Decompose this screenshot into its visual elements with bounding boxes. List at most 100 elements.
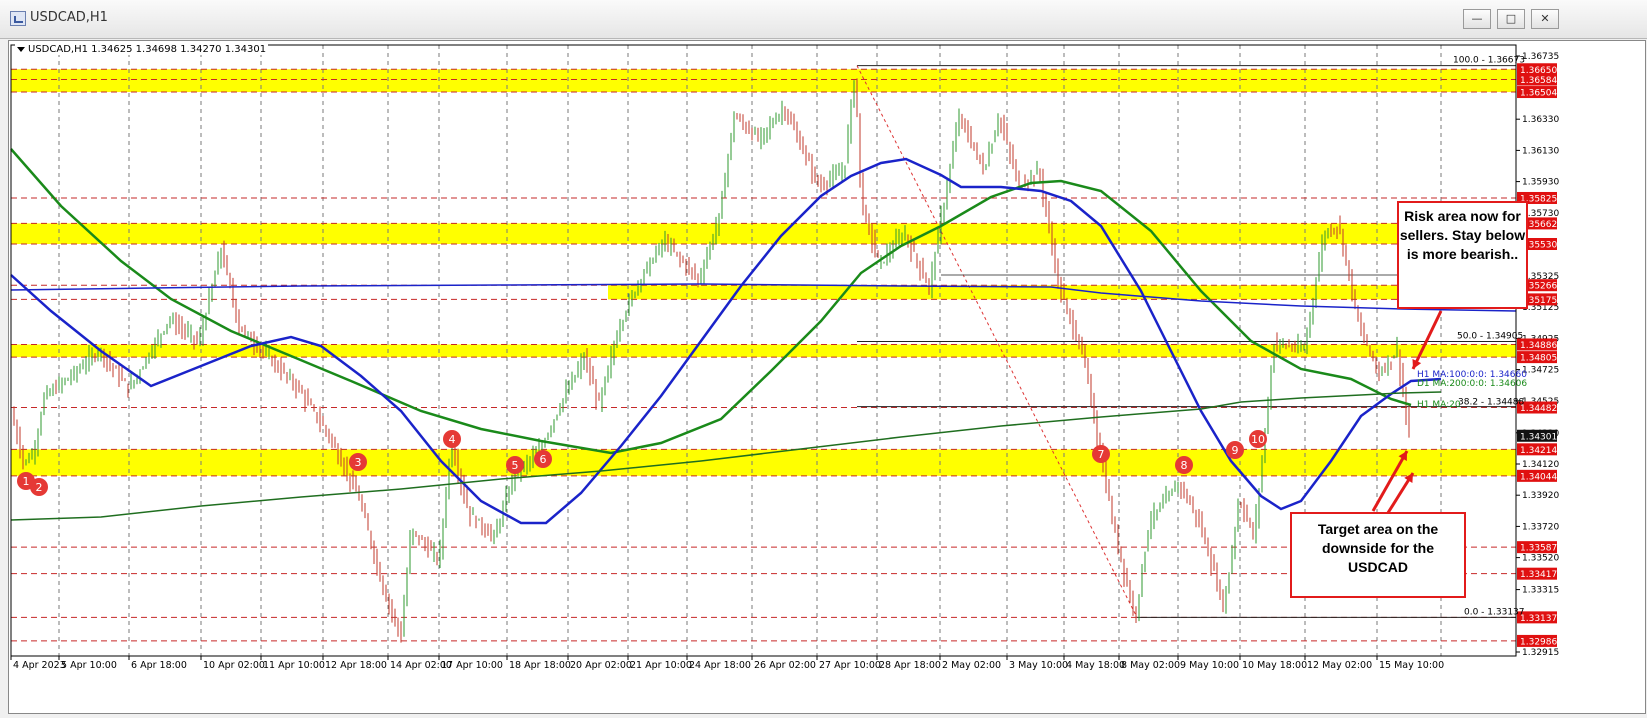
y-tick-label: 1.36735: [1522, 52, 1559, 62]
price-tag-13: 1.34214: [1517, 443, 1557, 456]
marker-label: 7: [1098, 448, 1105, 461]
symbol-info-line: USDCAD,H1 1.34625 1.34698 1.34270 1.3430…: [15, 44, 269, 55]
y-tick-label: 1.35930: [1522, 178, 1559, 188]
x-tick-label: 17 Apr 10:00: [441, 660, 503, 671]
window-titlebar: USDCAD,H1 — □ ✕: [0, 0, 1647, 39]
y-tick-label: 1.32915: [1522, 648, 1559, 658]
window-title: USDCAD,H1: [30, 10, 108, 25]
marker-8: 8: [1175, 456, 1193, 474]
price-tag-label: 1.34482: [1520, 404, 1557, 414]
x-tick-label: 20 Apr 02:00: [570, 660, 632, 671]
fib-38-label: 38.2 - 1.34488: [1458, 398, 1524, 408]
x-tick-label: 9 May 10:00: [1180, 660, 1239, 671]
marker-6: 6: [534, 450, 552, 468]
x-tick-label: 21 Apr 10:00: [630, 660, 692, 671]
risk-arrow: [1411, 310, 1443, 370]
x-tick-label: 8 May 02:00: [1121, 660, 1180, 671]
ohlc-text: USDCAD,H1 1.34625 1.34698 1.34270 1.3430…: [28, 44, 267, 55]
y-tick-label: 1.33920: [1522, 491, 1559, 501]
target-area-callout: Target area on the downside for the USDC…: [1290, 512, 1466, 598]
price-tag-2: 1.36584: [1517, 73, 1557, 86]
y-tick-label: 1.34120: [1522, 460, 1559, 470]
price-tag-10: 1.34805: [1517, 351, 1557, 364]
marker-label: 6: [540, 453, 547, 466]
price-tag-label: 1.33587: [1520, 544, 1557, 554]
x-tick-label: 4 May 18:00: [1066, 660, 1125, 671]
marker-2: 2: [30, 478, 48, 496]
price-tag-label: 1.34805: [1520, 354, 1557, 364]
x-tick-label: 12 May 02:00: [1307, 660, 1372, 671]
price-tag-label: 1.36584: [1520, 76, 1557, 86]
x-tick-label: 11 Apr 10:00: [263, 660, 325, 671]
x-tick-label: 2 May 02:00: [942, 660, 1001, 671]
y-tick-label: 1.33720: [1522, 522, 1559, 532]
marker-3: 3: [349, 453, 367, 471]
marker-label: 5: [512, 459, 519, 472]
x-tick-label: 10 May 18:00: [1242, 660, 1307, 671]
x-tick-label: 5 Apr 10:00: [61, 660, 117, 671]
price-tag-18: 1.32986: [1517, 634, 1557, 647]
marker-label: 8: [1181, 459, 1188, 472]
x-tick-label: 3 May 10:00: [1009, 660, 1068, 671]
price-tag-label: 1.34214: [1520, 446, 1557, 456]
fib-0-label: 0.0 - 1.33137: [1464, 607, 1525, 617]
price-tag-label: 1.33417: [1520, 570, 1557, 580]
marker-label: 2: [36, 481, 43, 494]
price-tag-label: 1.36504: [1520, 89, 1557, 99]
marker-label: 4: [449, 433, 456, 446]
price-tag-label: 1.34044: [1520, 472, 1557, 482]
price-tag-label: 1.34301: [1520, 432, 1557, 442]
x-tick-label: 12 Apr 18:00: [325, 660, 387, 671]
fib-100-label: 100.0 - 1.36673: [1453, 56, 1525, 66]
y-tick-label: 1.36130: [1522, 146, 1559, 156]
yellow-zone-2: [11, 223, 1516, 245]
close-button[interactable]: ✕: [1531, 9, 1559, 29]
marker-label: 3: [355, 456, 362, 469]
yellow-zone-1: [11, 69, 1516, 93]
minimize-button[interactable]: —: [1463, 9, 1491, 29]
terminal-window: USDCAD,H1 — □ ✕ 1 2 3 4 5 6 7 8 9 10 1.36735 1.363…: [0, 0, 1647, 718]
risk-area-callout: Risk area now for sellers. Stay below is…: [1397, 201, 1528, 309]
chart-area[interactable]: 1 2 3 4 5 6 7 8 9 10 1.36735 1.36330 1.36130 1.35930…: [8, 40, 1646, 714]
collapse-triangle-icon[interactable]: [17, 46, 25, 52]
price-tag-label: 1.34886: [1520, 341, 1557, 351]
price-tag-label: 1.32986: [1520, 637, 1557, 647]
x-tick-label: 4 Apr 2023: [13, 660, 66, 671]
arrow-shaft: [1411, 310, 1443, 370]
y-tick-label: 1.33315: [1522, 586, 1559, 596]
chart-window-icon: [10, 11, 26, 26]
time-axis: 4 Apr 20235 Apr 10:00 6 Apr 18:00 10 Apr 0…: [10, 656, 1444, 671]
price-chart[interactable]: 1 2 3 4 5 6 7 8 9 10 1.36735 1.36330 1.36130 1.35930…: [9, 41, 1645, 713]
x-tick-label: 18 Apr 18:00: [509, 660, 571, 671]
price-tag-3: 1.36504: [1517, 86, 1557, 99]
x-tick-label: 27 Apr 10:00: [819, 660, 881, 671]
marker-5: 5: [506, 456, 524, 474]
marker-label: 1: [23, 475, 30, 488]
marker-label: 10: [1251, 433, 1265, 446]
x-tick-label: 10 Apr 02:00: [203, 660, 265, 671]
price-candles: [13, 78, 1410, 643]
risk-area-text: Risk area now for sellers. Stay below is…: [1399, 208, 1526, 262]
price-tag-15: 1.33587: [1517, 541, 1557, 554]
marker-10: 10: [1249, 430, 1267, 448]
price-tag-12: 1.34301: [1517, 429, 1557, 442]
marker-4: 4: [443, 430, 461, 448]
target-area-text: Target area on the downside for the USDC…: [1317, 521, 1439, 575]
y-tick-label: 1.34725: [1522, 366, 1559, 376]
fib-50-label: 50.0 - 1.34905: [1457, 332, 1523, 342]
marker-label: 9: [1232, 444, 1239, 457]
maximize-button[interactable]: □: [1497, 9, 1525, 29]
marker-9: 9: [1226, 441, 1244, 459]
x-tick-label: 24 Apr 18:00: [689, 660, 751, 671]
marker-7: 7: [1092, 445, 1110, 463]
x-tick-label: 26 Apr 02:00: [754, 660, 816, 671]
x-tick-label: 15 May 10:00: [1379, 660, 1444, 671]
y-tick-label: 1.36330: [1522, 115, 1559, 125]
price-tag-label: 1.33137: [1520, 614, 1557, 624]
x-tick-label: 6 Apr 18:00: [131, 660, 187, 671]
price-tag-16: 1.33417: [1517, 567, 1557, 580]
x-tick-label: 28 Apr 18:00: [879, 660, 941, 671]
ma-d1-200-label: D1 MA:200:0:0: 1.34606: [1417, 379, 1527, 389]
yellow-zone-3: [608, 285, 1516, 300]
price-tag-14: 1.34044: [1517, 469, 1557, 482]
